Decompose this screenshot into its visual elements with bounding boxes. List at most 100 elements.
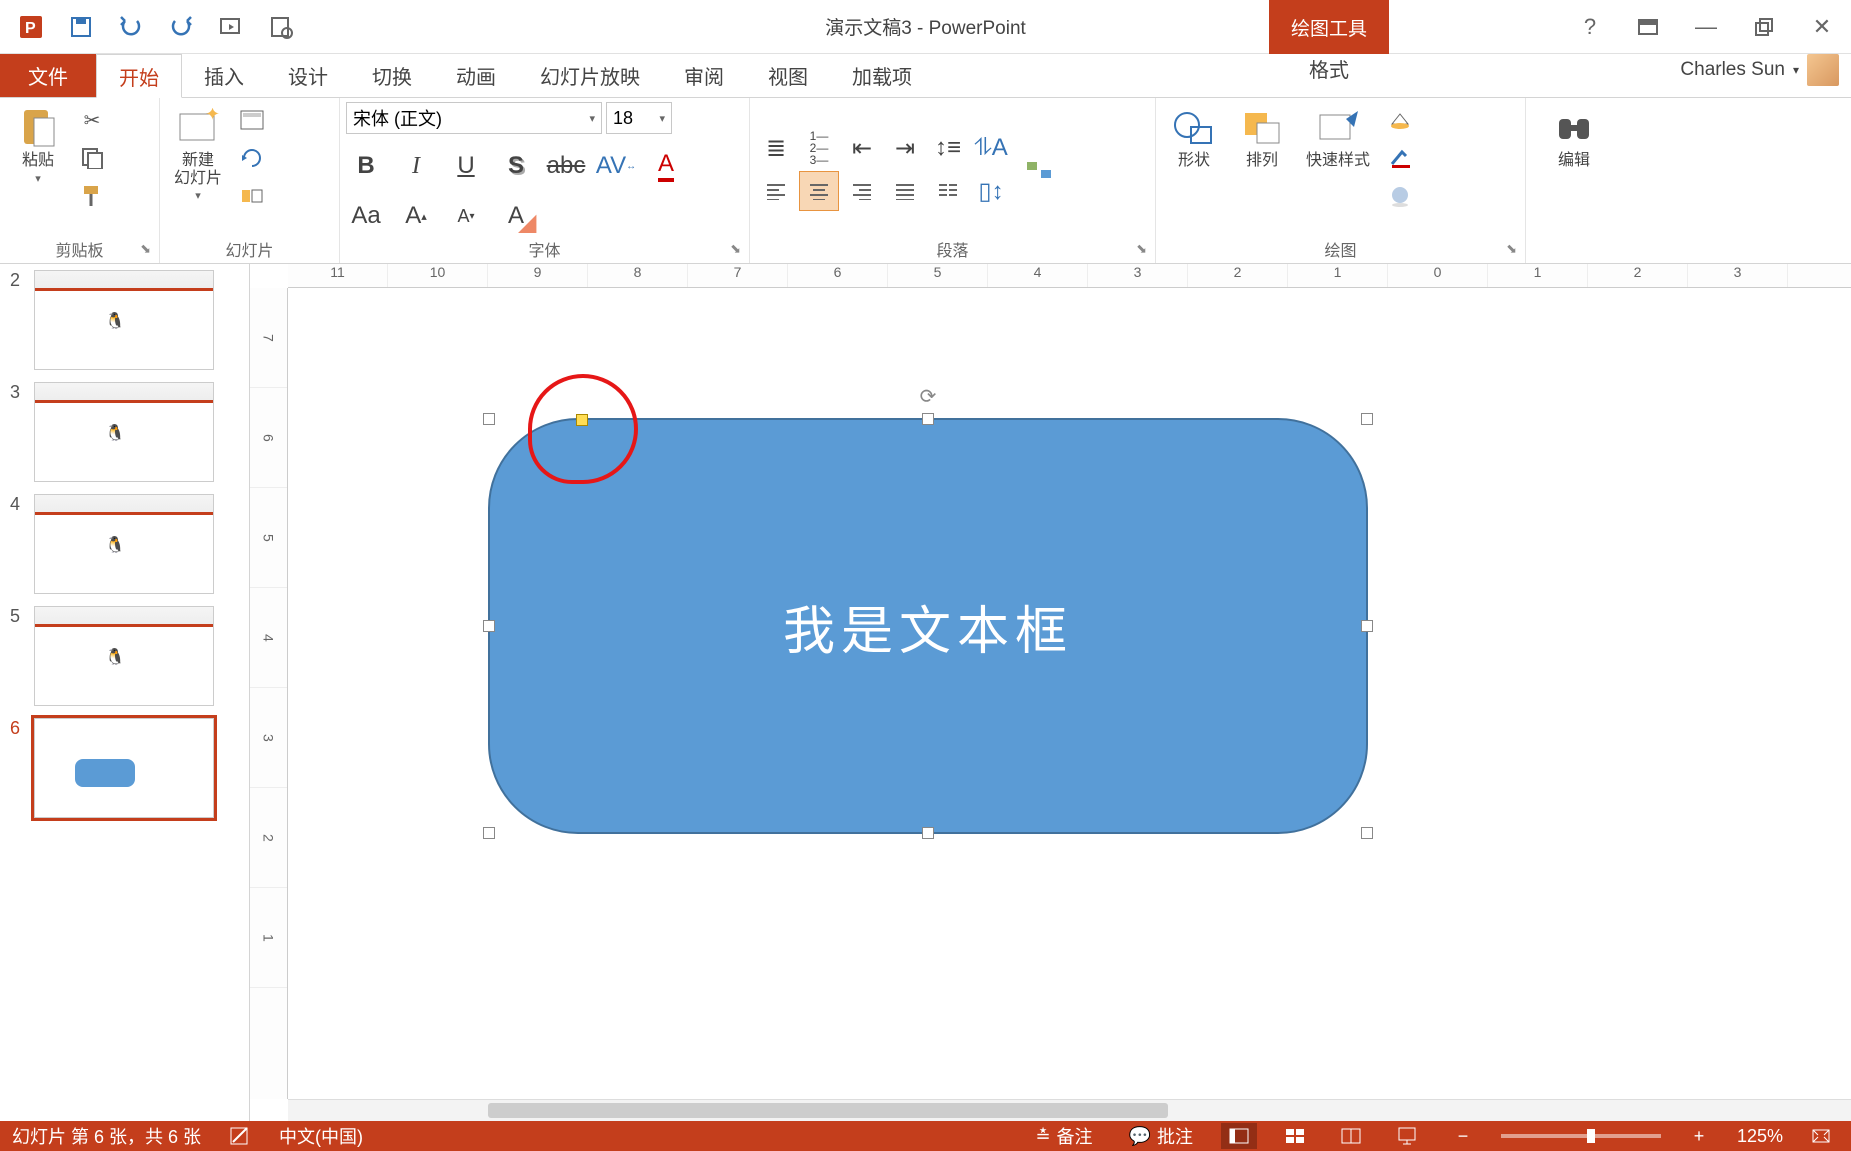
section-button[interactable]	[234, 178, 270, 214]
tab-slideshow[interactable]: 幻灯片放映	[518, 54, 662, 97]
tab-review[interactable]: 审阅	[662, 54, 746, 97]
undo-button[interactable]	[108, 6, 154, 48]
zoom-level[interactable]: 125%	[1737, 1126, 1783, 1147]
font-name-combo[interactable]: 宋体 (正文)▾	[346, 102, 602, 134]
numbering-button[interactable]: 1—2—3—	[799, 128, 839, 168]
paste-button[interactable]: 粘贴 ▾	[6, 102, 70, 189]
bold-button[interactable]: B	[346, 146, 386, 186]
increase-font-button[interactable]: A▴	[396, 196, 436, 236]
smartart-convert-button[interactable]	[1021, 152, 1057, 188]
vertical-ruler[interactable]: 7654321	[250, 288, 288, 1099]
minimize-button[interactable]: —	[1677, 0, 1735, 54]
reset-button[interactable]	[234, 140, 270, 176]
close-button[interactable]: ✕	[1793, 0, 1851, 54]
save-button[interactable]	[58, 6, 104, 48]
tab-format[interactable]: 格式	[1269, 54, 1389, 83]
bullets-button[interactable]: ≣	[756, 128, 796, 168]
app-icon[interactable]: P	[8, 6, 54, 48]
format-painter-button[interactable]	[74, 178, 110, 214]
align-right-button[interactable]	[842, 171, 882, 211]
slide-thumb-5[interactable]: 5 🐧	[0, 600, 249, 712]
decrease-font-button[interactable]: A▾	[446, 196, 486, 236]
font-color-button[interactable]: A	[646, 146, 686, 186]
tab-design[interactable]: 设计	[266, 54, 350, 97]
find-button[interactable]: 编辑	[1542, 102, 1606, 174]
shape-text[interactable]: 我是文本框	[783, 589, 1073, 664]
normal-view-button[interactable]	[1221, 1123, 1257, 1149]
language-indicator[interactable]: 中文(中国)	[279, 1123, 363, 1149]
slide-canvas[interactable]: 我是文本框 ⟳	[288, 288, 1851, 1099]
fit-to-window-button[interactable]	[1803, 1123, 1839, 1149]
text-direction-button[interactable]: ⥮A	[971, 128, 1011, 168]
horizontal-ruler[interactable]: 11109876543210123	[288, 264, 1851, 288]
increase-indent-button[interactable]: ⇥	[885, 128, 925, 168]
redo-button[interactable]	[158, 6, 204, 48]
new-slide-button[interactable]: ✦ 新建 幻灯片 ▾	[166, 102, 230, 206]
decrease-indent-button[interactable]: ⇤	[842, 128, 882, 168]
tab-addins[interactable]: 加载项	[830, 54, 934, 97]
print-preview-button[interactable]	[258, 6, 304, 48]
char-spacing-button[interactable]: AV↔	[596, 146, 636, 186]
selection-handle[interactable]	[1361, 827, 1373, 839]
tab-home[interactable]: 开始	[96, 54, 182, 98]
layout-button[interactable]	[234, 102, 270, 138]
quick-styles-button[interactable]: 快速样式	[1298, 102, 1378, 174]
slide-thumb-2[interactable]: 2 🐧	[0, 264, 249, 376]
selection-handle[interactable]	[483, 413, 495, 425]
clipboard-launcher[interactable]: ⬊	[140, 241, 151, 257]
ribbon-display-options-button[interactable]	[1619, 0, 1677, 54]
restore-button[interactable]	[1735, 0, 1793, 54]
cut-button[interactable]: ✂	[74, 102, 110, 138]
shadow-button[interactable]: S	[496, 146, 536, 186]
tab-animations[interactable]: 动画	[434, 54, 518, 97]
reading-view-button[interactable]	[1333, 1123, 1369, 1149]
selection-handle[interactable]	[483, 620, 495, 632]
strikethrough-button[interactable]: abc	[546, 146, 586, 186]
slide-counter[interactable]: 幻灯片 第 6 张，共 6 张	[12, 1123, 201, 1149]
spellcheck-indicator[interactable]	[221, 1126, 259, 1146]
shape-outline-button[interactable]	[1382, 140, 1418, 176]
change-case-button[interactable]: Aa	[346, 196, 386, 236]
zoom-slider[interactable]	[1501, 1134, 1661, 1138]
tab-insert[interactable]: 插入	[182, 54, 266, 97]
slide-thumb-4[interactable]: 4 🐧	[0, 488, 249, 600]
align-text-button[interactable]: ▯↕	[971, 171, 1011, 211]
font-size-combo[interactable]: 18▾	[606, 102, 672, 134]
help-button[interactable]: ?	[1561, 0, 1619, 54]
tab-file[interactable]: 文件	[0, 54, 96, 97]
tab-view[interactable]: 视图	[746, 54, 830, 97]
shape-fill-button[interactable]	[1382, 102, 1418, 138]
selection-handle[interactable]	[922, 827, 934, 839]
drawing-launcher[interactable]: ⬊	[1506, 241, 1517, 257]
selection-handle[interactable]	[483, 827, 495, 839]
columns-button[interactable]	[928, 171, 968, 211]
align-left-button[interactable]	[756, 171, 796, 211]
slideshow-view-button[interactable]	[1389, 1123, 1425, 1149]
arrange-button[interactable]: 排列	[1230, 102, 1294, 174]
slide-thumb-6[interactable]: 6	[0, 712, 249, 824]
zoom-out-button[interactable]: −	[1445, 1123, 1481, 1149]
tab-transitions[interactable]: 切换	[350, 54, 434, 97]
adjustment-handle[interactable]	[576, 414, 588, 426]
slide-thumb-3[interactable]: 3 🐧	[0, 376, 249, 488]
scrollbar-thumb[interactable]	[488, 1103, 1168, 1118]
italic-button[interactable]: I	[396, 146, 436, 186]
slide-sorter-view-button[interactable]	[1277, 1123, 1313, 1149]
paragraph-launcher[interactable]: ⬊	[1136, 241, 1147, 257]
rotate-handle-icon[interactable]: ⟳	[920, 384, 937, 409]
justify-button[interactable]	[885, 171, 925, 211]
comments-button[interactable]: 💬批注	[1121, 1123, 1201, 1149]
user-account[interactable]: Charles Sun ▾	[1680, 54, 1839, 86]
copy-button[interactable]	[74, 140, 110, 176]
zoom-in-button[interactable]: +	[1681, 1123, 1717, 1149]
line-spacing-button[interactable]: ‌↕≡	[928, 128, 968, 168]
selection-handle[interactable]	[1361, 620, 1373, 632]
clear-formatting-button[interactable]: A◢	[496, 196, 536, 236]
shape-effects-button[interactable]	[1382, 178, 1418, 214]
align-center-button[interactable]	[799, 171, 839, 211]
selection-handle[interactable]	[1361, 413, 1373, 425]
horizontal-scrollbar[interactable]	[288, 1099, 1851, 1121]
start-from-beginning-button[interactable]	[208, 6, 254, 48]
rounded-rectangle-shape[interactable]: 我是文本框 ⟳	[488, 418, 1368, 834]
slide-thumbnail-panel[interactable]: 2 🐧 3 🐧 4 🐧 5 🐧 6	[0, 264, 250, 1121]
